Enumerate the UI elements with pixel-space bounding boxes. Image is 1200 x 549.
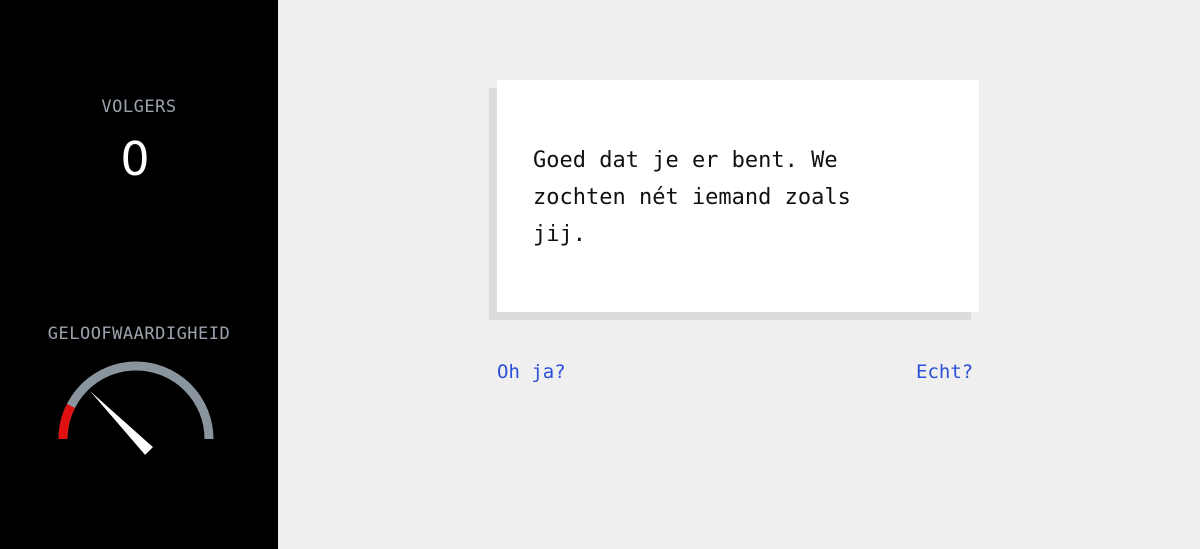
credibility-gauge — [58, 361, 214, 455]
message-card: Goed dat je er bent. We zochten nét iema… — [497, 80, 979, 312]
message-text: Goed dat je er bent. We zochten nét iema… — [533, 148, 851, 247]
gauge-needle — [90, 391, 153, 455]
followers-count: 0 — [120, 132, 150, 186]
choice-oh-ja[interactable]: Oh ja? — [497, 361, 566, 383]
app: VOLGERS 0 GELOOFWAARDIGHEID Goed dat je … — [0, 0, 1200, 549]
choice-echt[interactable]: Echt? — [916, 361, 973, 383]
sidebar: VOLGERS 0 GELOOFWAARDIGHEID — [0, 0, 278, 549]
credibility-label: GELOOFWAARDIGHEID — [47, 324, 231, 344]
main-area: Goed dat je er bent. We zochten nét iema… — [278, 0, 1200, 549]
gauge-track — [58, 361, 214, 440]
gauge-fill — [58, 403, 76, 440]
followers-label: VOLGERS — [101, 97, 177, 117]
